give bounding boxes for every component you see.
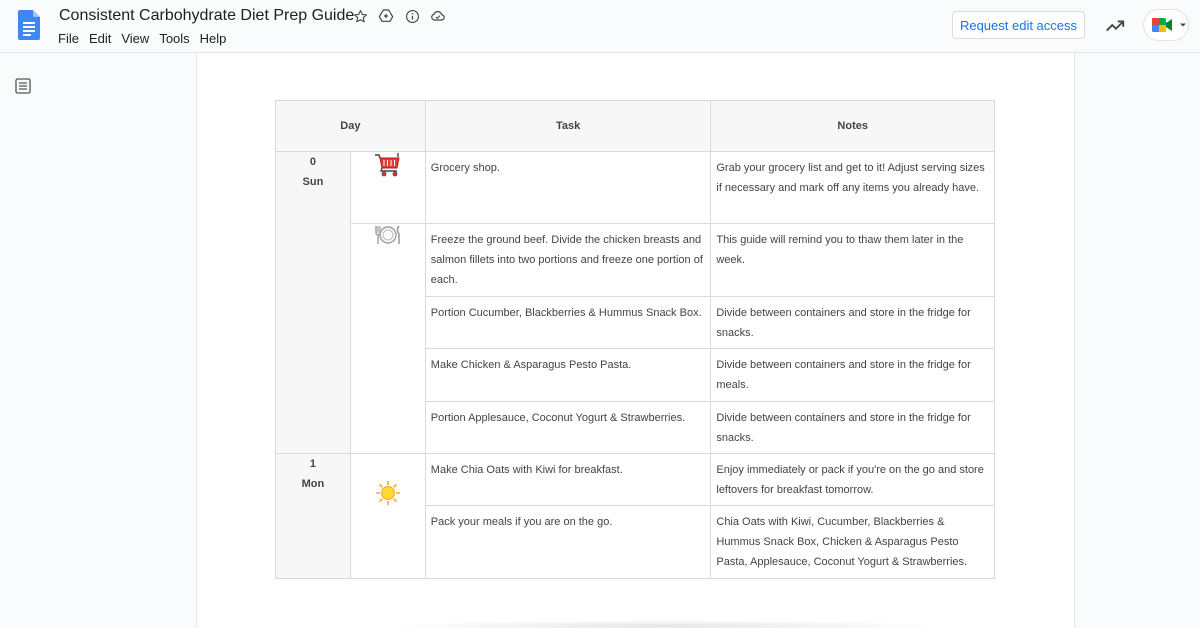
menu-edit[interactable]: Edit bbox=[89, 31, 111, 46]
google-docs-logo-icon[interactable] bbox=[18, 10, 40, 40]
icon-cell bbox=[349, 151, 426, 224]
task-cell: Portion Cucumber, Blackberries & Hummus … bbox=[424, 296, 712, 349]
menu-tools[interactable]: Tools bbox=[159, 31, 189, 46]
meet-button[interactable] bbox=[1143, 9, 1189, 41]
menu-view[interactable]: View bbox=[121, 31, 149, 46]
chevron-down-icon bbox=[1180, 23, 1186, 27]
day-number: 0 bbox=[309, 156, 316, 168]
google-meet-icon bbox=[1152, 18, 1172, 32]
table-row: 0 Sun Grocery shop. Grab your grocery li… bbox=[275, 151, 995, 454]
note-cell: Grab your grocery list and get to it! Ad… bbox=[710, 151, 995, 224]
table-row: Freeze the ground beef. Divide the chick… bbox=[276, 223, 995, 454]
note-cell: Divide between containers and store in t… bbox=[710, 348, 995, 402]
table-row: 1 Mon Make Chia Oats with Kiwi for break… bbox=[275, 453, 995, 579]
table-header-row: Day Task Notes bbox=[275, 100, 995, 152]
menu-bar: File Edit View Tools Help bbox=[58, 31, 236, 46]
note-cell: Divide between containers and store in t… bbox=[710, 296, 995, 349]
activity-dashboard-icon[interactable] bbox=[1104, 15, 1126, 37]
task-cell: Make Chicken & Asparagus Pesto Pasta. bbox=[424, 348, 712, 402]
menu-help[interactable]: Help bbox=[200, 31, 227, 46]
note-cell: Chia Oats with Kiwi, Cucumber, Blackberr… bbox=[710, 505, 995, 579]
star-icon[interactable] bbox=[352, 8, 368, 24]
day-name: Mon bbox=[301, 478, 325, 490]
task-cell: Freeze the ground beef. Divide the chick… bbox=[424, 223, 712, 297]
note-cell: Enjoy immediately or pack if you're on t… bbox=[710, 453, 995, 506]
request-edit-access-button[interactable]: Request edit access bbox=[952, 11, 1085, 39]
menu-file[interactable]: File bbox=[58, 31, 79, 46]
docs-header: Consistent Carbohydrate Diet Prep Guide … bbox=[0, 0, 1200, 53]
document-title[interactable]: Consistent Carbohydrate Diet Prep Guide bbox=[59, 7, 354, 25]
day-name: Sun bbox=[302, 176, 324, 188]
details-icon[interactable] bbox=[404, 8, 420, 24]
task-cell: Grocery shop. bbox=[424, 151, 712, 224]
icon-cell bbox=[349, 453, 426, 579]
header-notes: Notes bbox=[710, 100, 995, 152]
plate-cutlery-icon bbox=[375, 225, 400, 244]
shopping-cart-icon bbox=[374, 153, 400, 177]
header-task: Task bbox=[424, 100, 712, 152]
cloud-status-icon[interactable] bbox=[430, 8, 446, 24]
sun-icon bbox=[375, 481, 400, 505]
note-cell: This guide will remind you to thaw them … bbox=[710, 223, 995, 297]
day-cell-sun: 0 Sun bbox=[275, 151, 351, 454]
note-cell: Divide between containers and store in t… bbox=[710, 401, 995, 454]
day-cell-mon: 1 Mon bbox=[275, 453, 351, 579]
move-to-drive-icon[interactable] bbox=[378, 8, 394, 24]
task-cell: Make Chia Oats with Kiwi for breakfast. bbox=[424, 453, 712, 506]
header-day: Day bbox=[275, 100, 426, 152]
day-number: 1 bbox=[309, 458, 316, 470]
document-outline-icon[interactable] bbox=[15, 78, 31, 94]
meal-prep-table: Day Task Notes 0 Sun Grocery shop. Grab … bbox=[275, 100, 995, 579]
icon-cell bbox=[349, 223, 426, 454]
task-cell: Portion Applesauce, Coconut Yogurt & Str… bbox=[424, 401, 712, 454]
page-shadow bbox=[386, 620, 946, 628]
task-cell: Pack your meals if you are on the go. bbox=[424, 505, 712, 579]
